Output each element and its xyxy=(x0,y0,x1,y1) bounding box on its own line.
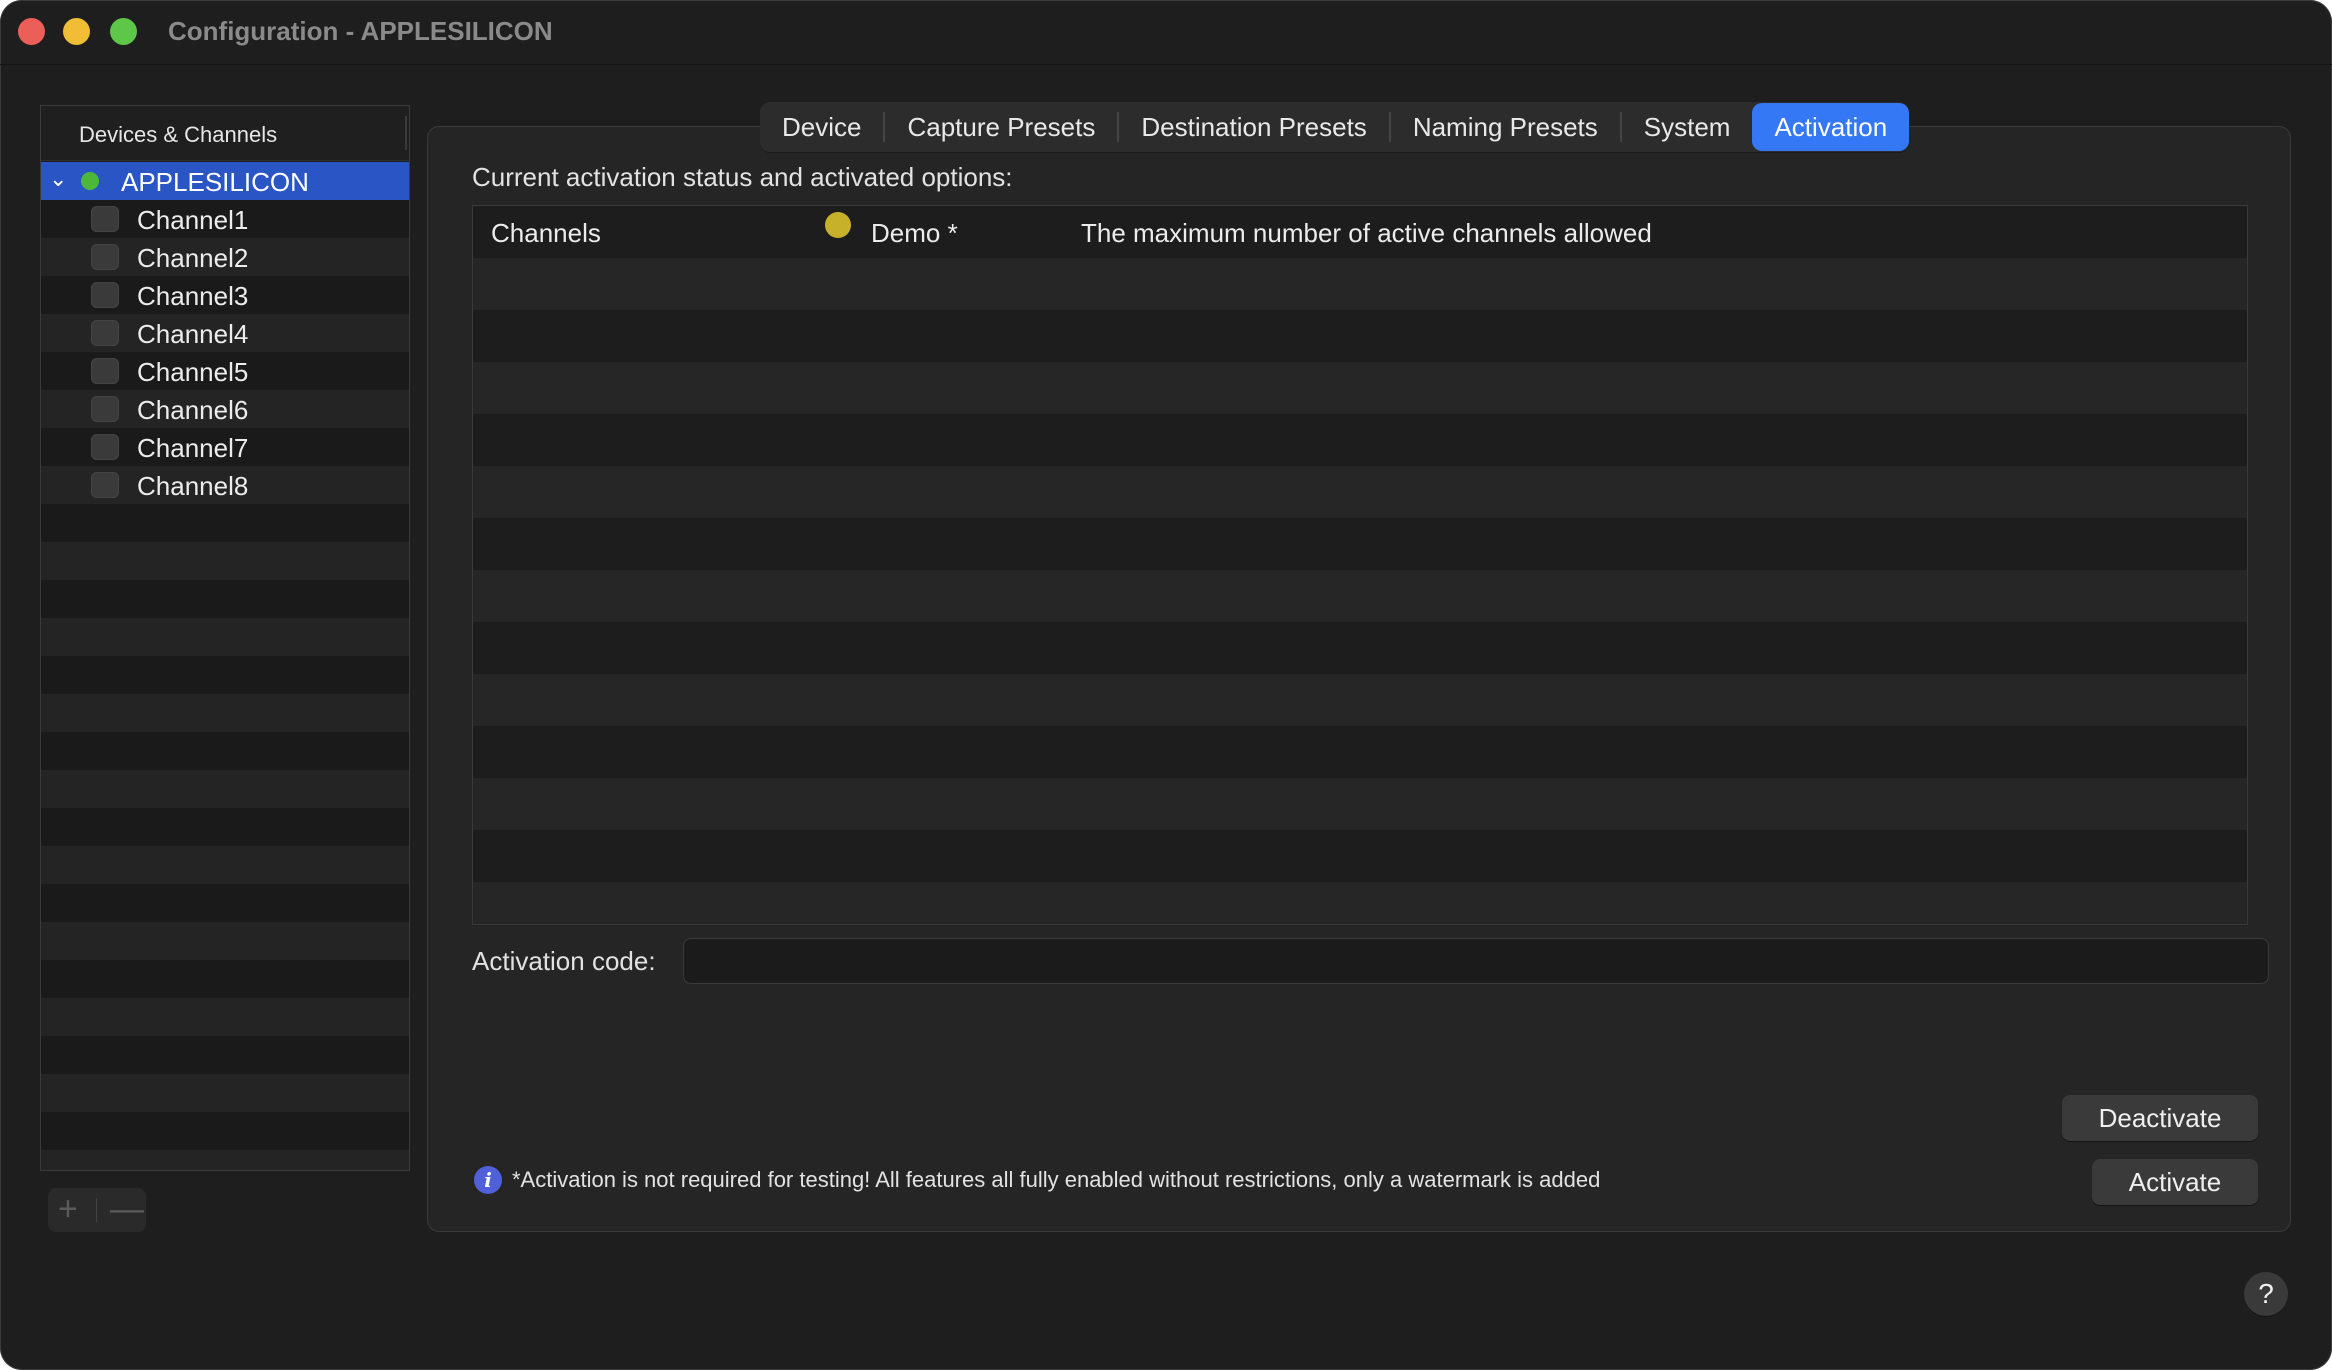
channel-row[interactable]: Channel7 xyxy=(41,428,409,466)
empty-row xyxy=(41,694,409,732)
channel-row[interactable]: Channel2 xyxy=(41,238,409,276)
configuration-window: Configuration - APPLESILICON Devices & C… xyxy=(0,0,2332,1370)
empty-row xyxy=(41,504,409,542)
device-status-dot xyxy=(81,172,99,190)
tab-naming-presets[interactable]: Naming Presets xyxy=(1391,103,1620,151)
add-icon[interactable]: + xyxy=(58,1190,78,1229)
close-window-button[interactable] xyxy=(18,18,45,45)
column-divider xyxy=(405,116,407,150)
empty-row xyxy=(473,622,2247,674)
remove-icon[interactable]: — xyxy=(110,1190,144,1229)
deactivate-button[interactable]: Deactivate xyxy=(2062,1095,2258,1141)
channel-label: Channel2 xyxy=(137,243,249,273)
channel-checkbox[interactable] xyxy=(91,244,119,270)
info-text: *Activation is not required for testing!… xyxy=(512,1167,1601,1192)
empty-row xyxy=(41,618,409,656)
empty-row xyxy=(473,882,2247,924)
channel-label: Channel8 xyxy=(137,471,249,501)
empty-row xyxy=(41,960,409,998)
channel-row[interactable]: Channel4 xyxy=(41,314,409,352)
channel-label: Channel7 xyxy=(137,433,249,463)
tab-capture-presets[interactable]: Capture Presets xyxy=(885,103,1117,151)
tab-destination-presets[interactable]: Destination Presets xyxy=(1119,103,1388,151)
empty-row xyxy=(473,258,2247,310)
channel-checkbox[interactable] xyxy=(91,282,119,308)
title-bar: Configuration - APPLESILICON xyxy=(0,0,2332,65)
tab-system[interactable]: System xyxy=(1622,103,1753,151)
empty-row xyxy=(41,656,409,694)
channel-checkbox[interactable] xyxy=(91,434,119,460)
tab-activation[interactable]: Activation xyxy=(1752,103,1910,151)
empty-row xyxy=(473,674,2247,726)
activation-code-label: Activation code: xyxy=(472,946,656,976)
window-title: Configuration - APPLESILICON xyxy=(168,16,553,46)
minimize-window-button[interactable] xyxy=(63,18,90,45)
info-icon: i xyxy=(474,1166,502,1194)
channel-row[interactable]: Channel8 xyxy=(41,466,409,504)
channel-row[interactable]: Channel1 xyxy=(41,200,409,238)
empty-row xyxy=(41,1036,409,1074)
channel-row[interactable]: Channel5 xyxy=(41,352,409,390)
divider xyxy=(96,1198,97,1222)
empty-row xyxy=(473,414,2247,466)
empty-row xyxy=(473,310,2247,362)
channel-label: Channel1 xyxy=(137,205,249,235)
tab-device[interactable]: Device xyxy=(760,103,883,151)
empty-row xyxy=(473,570,2247,622)
activation-code-input[interactable] xyxy=(683,938,2269,984)
table-row[interactable]: Channels Demo * The maximum number of ac… xyxy=(473,206,2247,258)
list-header-label: Devices & Channels xyxy=(79,122,278,147)
zoom-window-button[interactable] xyxy=(110,18,137,45)
empty-row xyxy=(473,726,2247,778)
channel-checkbox[interactable] xyxy=(91,358,119,384)
activation-options-table[interactable]: Channels Demo * The maximum number of ac… xyxy=(472,205,2248,925)
empty-row xyxy=(41,732,409,770)
channel-checkbox[interactable] xyxy=(91,396,119,422)
channel-checkbox[interactable] xyxy=(91,206,119,232)
devices-channels-list[interactable]: Devices & Channels ⌄ APPLESILICON Channe… xyxy=(40,105,410,1171)
empty-row xyxy=(473,778,2247,830)
chevron-down-icon[interactable]: ⌄ xyxy=(49,166,67,192)
channel-checkbox[interactable] xyxy=(91,472,119,498)
help-button[interactable]: ? xyxy=(2244,1272,2288,1316)
option-type: Demo * xyxy=(871,218,958,248)
empty-row xyxy=(41,808,409,846)
empty-row xyxy=(473,362,2247,414)
option-name: Channels xyxy=(491,218,601,248)
empty-row xyxy=(41,884,409,922)
empty-row xyxy=(41,922,409,960)
device-label: APPLESILICON xyxy=(121,167,309,197)
empty-row xyxy=(41,1150,409,1170)
channel-label: Channel4 xyxy=(137,319,249,349)
empty-row xyxy=(41,998,409,1036)
empty-row xyxy=(41,1074,409,1112)
channel-checkbox[interactable] xyxy=(91,320,119,346)
empty-row xyxy=(41,1112,409,1150)
empty-row xyxy=(473,466,2247,518)
device-row-applesilicon[interactable]: ⌄ APPLESILICON xyxy=(41,162,409,200)
channel-label: Channel5 xyxy=(137,357,249,387)
empty-row xyxy=(41,542,409,580)
activate-button[interactable]: Activate xyxy=(2092,1159,2258,1205)
option-status-dot xyxy=(825,212,851,238)
channel-label: Channel6 xyxy=(137,395,249,425)
tab-bar: Device Capture Presets Destination Prese… xyxy=(760,102,1910,152)
channel-row[interactable]: Channel3 xyxy=(41,276,409,314)
list-header[interactable]: Devices & Channels xyxy=(41,106,409,161)
option-description: The maximum number of active channels al… xyxy=(1081,218,1652,248)
activation-status-label: Current activation status and activated … xyxy=(472,162,1013,192)
empty-row xyxy=(473,518,2247,570)
channel-label: Channel3 xyxy=(137,281,249,311)
empty-row xyxy=(41,580,409,618)
channel-row[interactable]: Channel6 xyxy=(41,390,409,428)
empty-row xyxy=(473,830,2247,882)
empty-row xyxy=(41,846,409,884)
empty-row xyxy=(41,770,409,808)
add-remove-control: + — xyxy=(48,1188,146,1232)
